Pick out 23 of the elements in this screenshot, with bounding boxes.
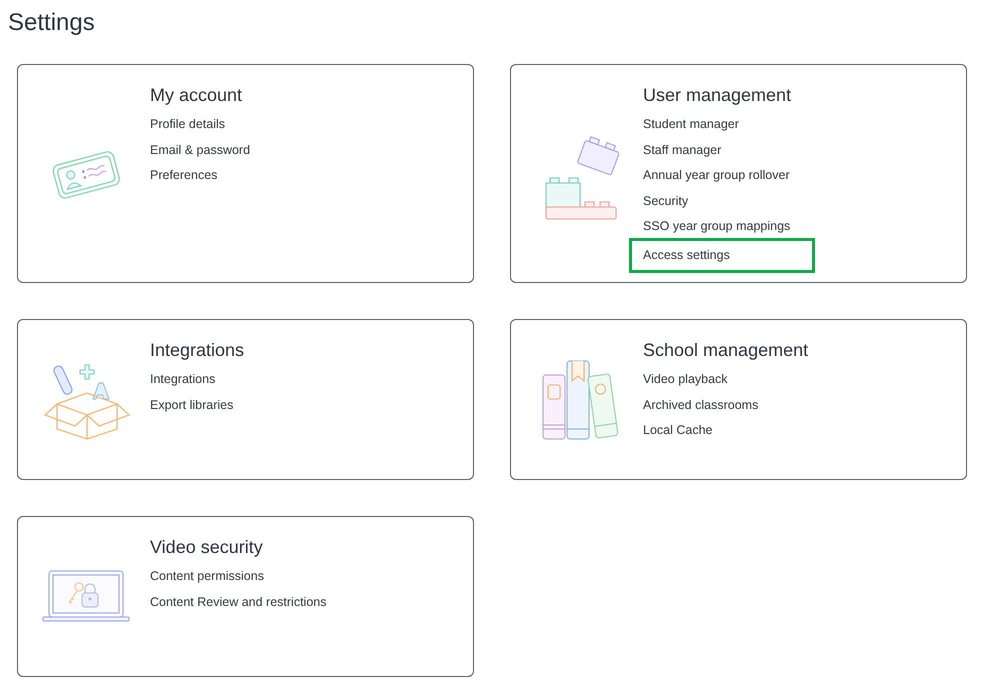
settings-link[interactable]: Email & password [150,138,250,163]
settings-link[interactable]: Annual year group rollover [643,163,790,188]
card-title: Video security [150,536,263,559]
card-title: User management [643,84,792,107]
settings-link[interactable]: Archived classrooms [643,392,758,418]
settings-link[interactable]: SSO year group mappings [643,214,790,240]
settings-link[interactable]: Video playback [643,367,728,392]
page-title: Settings [8,8,95,37]
settings-link[interactable]: Profile details [150,112,226,138]
settings-link[interactable]: Staff manager [643,138,722,163]
settings-link[interactable]: Student manager [643,112,739,138]
card-title: School management [643,339,808,362]
card-title: My account [150,84,242,107]
settings-link[interactable]: Content Review and restrictions [150,590,326,615]
laptop-lock-icon [42,568,130,624]
settings-link[interactable]: Preferences [150,163,218,188]
settings-link[interactable]: Integrations [150,367,216,392]
settings-link[interactable]: Security [643,188,688,214]
settings-link[interactable]: Access settings [629,238,815,272]
settings-link[interactable]: Local Cache [643,418,712,444]
settings-link[interactable]: Content permissions [150,564,264,590]
card-title: Integrations [150,339,244,362]
settings-link[interactable]: Export libraries [150,392,234,418]
